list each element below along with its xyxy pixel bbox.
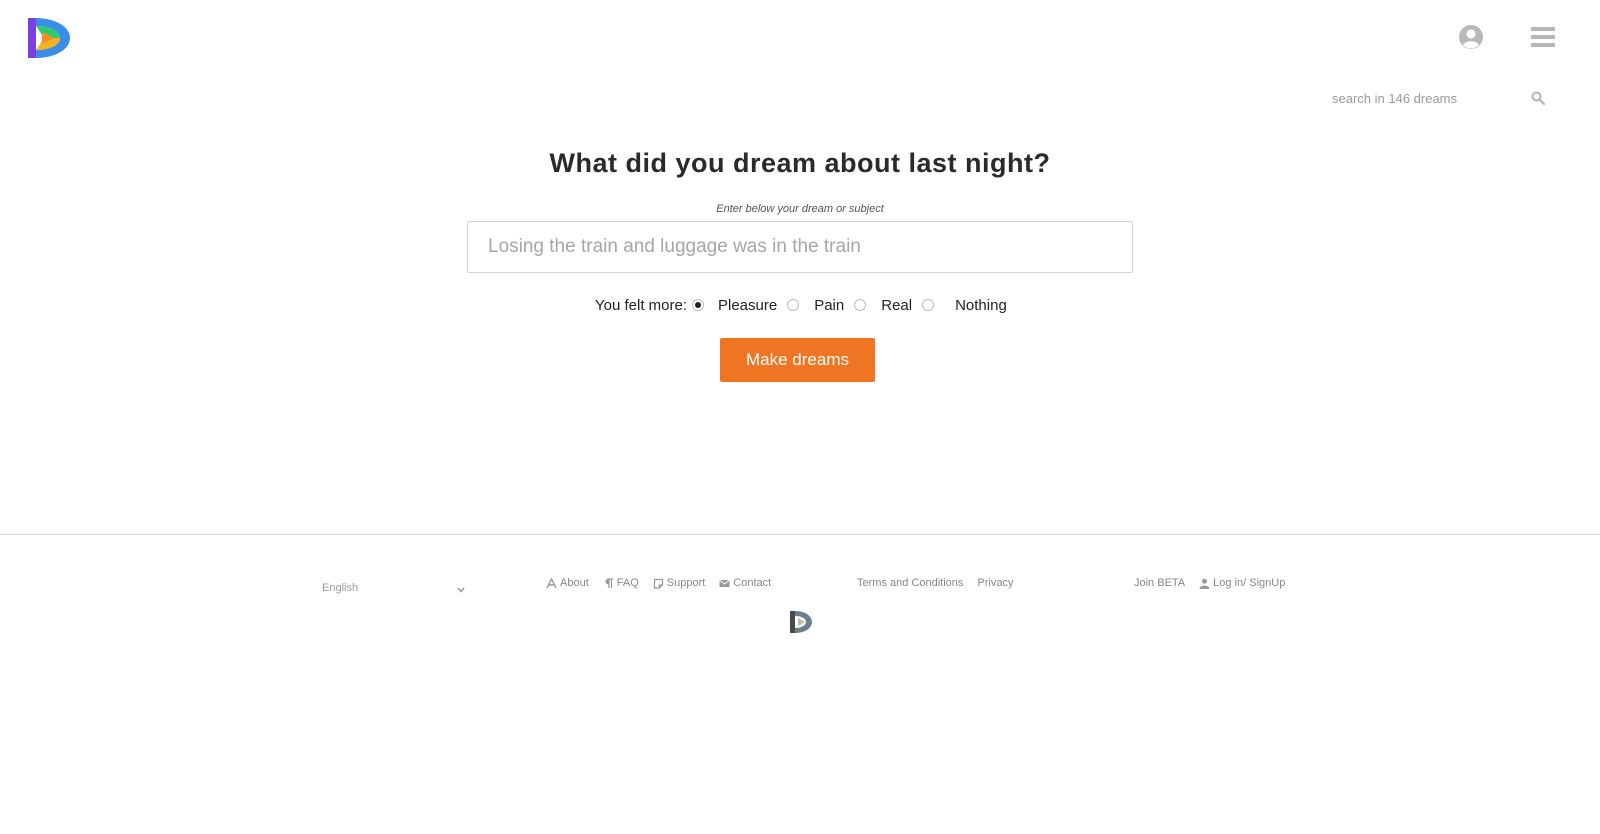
make-dreams-button[interactable]: Make dreams [720, 338, 875, 382]
chevron-down-icon [456, 585, 466, 595]
footer-link-faq-label: FAQ [616, 577, 639, 589]
language-select-value: English [322, 582, 359, 594]
footer-link-support[interactable]: Support [653, 577, 706, 589]
mood-radio-pleasure[interactable] [692, 299, 704, 311]
mood-radio-real[interactable] [854, 299, 867, 311]
mood-option-pain-label[interactable]: Pain [814, 297, 844, 314]
font-a-icon [546, 577, 557, 588]
footer-divider [0, 534, 1600, 535]
footer-link-faq[interactable]: FAQ [603, 577, 639, 589]
footer-link-login-signup-label: Log in/ SignUp [1213, 577, 1286, 589]
footer-link-join-beta[interactable]: Join BETA [1134, 577, 1185, 589]
mood-radio-pain[interactable] [787, 299, 800, 311]
footer-link-terms[interactable]: Terms and Conditions [857, 577, 963, 589]
mood-selector: You felt more: Pleasure Pain Real Nothin… [595, 295, 1007, 315]
mood-option-nothing-label[interactable]: Nothing [955, 297, 1007, 314]
mood-label: You felt more: [595, 296, 687, 314]
user-circle-icon[interactable] [1458, 24, 1484, 50]
language-select[interactable]: English [322, 582, 468, 600]
footer-legal-links: Terms and Conditions Privacy [857, 577, 1027, 589]
footer-link-privacy[interactable]: Privacy [977, 577, 1013, 589]
dream-input[interactable] [467, 221, 1133, 273]
footer-link-login-signup[interactable]: Log in/ SignUp [1199, 577, 1285, 589]
paragraph-icon [605, 577, 613, 588]
footer-info-links: About FAQ Support Contact [546, 577, 785, 589]
footer-link-about-label: About [560, 577, 589, 589]
footer-link-about[interactable]: About [546, 577, 589, 589]
mood-radio-nothing[interactable] [922, 299, 935, 311]
footer-link-privacy-label: Privacy [977, 577, 1014, 589]
mood-option-pleasure-label[interactable]: Pleasure [718, 297, 777, 314]
note-icon [653, 578, 663, 589]
user-icon [1199, 578, 1210, 589]
footer-link-join-beta-label: Join BETA [1134, 577, 1186, 589]
mood-option-real-label[interactable]: Real [881, 297, 912, 314]
footer-link-support-label: Support [666, 577, 706, 589]
search-input[interactable] [1332, 86, 1522, 110]
footer-account-links: Join BETA Log in/ SignUp [1134, 577, 1299, 589]
footer-link-contact-label: Contact [733, 577, 772, 589]
search-icon[interactable] [1531, 91, 1546, 106]
footer-link-terms-label: Terms and Conditions [857, 577, 964, 589]
footer-link-contact[interactable]: Contact [719, 577, 771, 589]
search-bar [1332, 86, 1548, 110]
page-title: What did you dream about last night? [549, 148, 1051, 178]
envelope-icon [719, 579, 731, 587]
dreamapp-logo-icon[interactable] [24, 14, 76, 62]
dreamapp-logo-small-icon [787, 608, 815, 636]
dream-input-hint: Enter below your dream or subject [716, 203, 884, 215]
hamburger-menu-icon[interactable] [1531, 27, 1555, 47]
